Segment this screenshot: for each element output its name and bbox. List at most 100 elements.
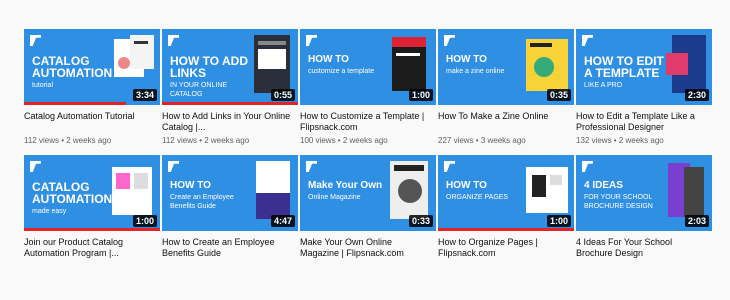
thumbnail-artwork (248, 33, 294, 95)
flipsnack-logo-icon (444, 161, 455, 172)
upload-age: 3 weeks ago (480, 136, 526, 145)
video-row: CATALOG AUTOMATION tutorial 3:34 Catalog… (24, 29, 712, 145)
watch-progress-bar (24, 228, 160, 231)
video-card[interactable]: HOW TO customize a template 1:00 How to … (300, 29, 436, 145)
video-thumbnail[interactable]: HOW TO EDIT A TEMPLATE LIKE A PRO 2:30 (576, 29, 712, 105)
video-card[interactable]: Make Your Own Online Magazine 0:33 Make … (300, 155, 436, 262)
duration-badge: 0:35 (546, 89, 571, 101)
flipsnack-logo-icon (168, 35, 179, 46)
thumbnail-artwork (386, 159, 432, 221)
video-title[interactable]: How to Add Links in Your Online Catalog … (162, 111, 298, 133)
video-card[interactable]: HOW TO EDIT A TEMPLATE LIKE A PRO 2:30 H… (576, 29, 712, 145)
duration-badge: 0:55 (270, 89, 295, 101)
upload-age: 2 weeks ago (66, 136, 112, 145)
video-thumbnail[interactable]: Make Your Own Online Magazine 0:33 (300, 155, 436, 231)
view-count: 112 views (162, 136, 197, 145)
video-thumbnail[interactable]: HOW TO make a zine online 0:35 (438, 29, 574, 105)
video-title[interactable]: How to Edit a Template Like a Profession… (576, 111, 712, 133)
video-thumbnail[interactable]: CATALOG AUTOMATION made easy 1:00 (24, 155, 160, 231)
video-stats: 132 views • 2 weeks ago (576, 136, 664, 145)
view-count: 100 views (300, 136, 336, 145)
video-title[interactable]: How to Customize a Template | Flipsnack.… (300, 111, 436, 133)
thumbnail-title: HOW TO customize a template (308, 54, 375, 76)
video-thumbnail[interactable]: 4 IDEAS FOR YOUR SCHOOL BROCHURE DESIGN … (576, 155, 712, 231)
thumbnail-artwork (662, 159, 708, 221)
thumbnail-title: Make Your Own Online Magazine (308, 180, 383, 202)
video-meta: How to Create an Employee Benefits Guide (162, 231, 298, 259)
thumbnail-artwork (386, 33, 432, 95)
duration-badge: 1:00 (546, 215, 571, 227)
video-title[interactable]: Make Your Own Online Magazine | Flipsnac… (300, 237, 436, 259)
video-meta: How to Organize Pages | Flipsnack.com (438, 231, 574, 259)
video-card[interactable]: HOW TO ORGANIZE PAGES 1:00 How to Organi… (438, 155, 574, 262)
view-count: 132 views (576, 136, 612, 145)
view-count: 112 views (24, 136, 59, 145)
thumbnail-artwork (110, 159, 156, 221)
duration-badge: 2:03 (684, 215, 709, 227)
video-title[interactable]: How to Create an Employee Benefits Guide (162, 237, 298, 259)
video-meta: How to Add Links in Your Online Catalog … (162, 105, 298, 145)
duration-badge: 4:47 (270, 215, 295, 227)
video-thumbnail[interactable]: CATALOG AUTOMATION tutorial 3:34 (24, 29, 160, 105)
flipsnack-logo-icon (30, 35, 41, 46)
video-card[interactable]: CATALOG AUTOMATION made easy 1:00 Join o… (24, 155, 160, 262)
flipsnack-logo-icon (306, 35, 317, 46)
thumbnail-title: CATALOG AUTOMATION made easy (32, 180, 113, 215)
video-row: CATALOG AUTOMATION made easy 1:00 Join o… (24, 155, 712, 262)
video-thumbnail[interactable]: HOW TO Create an Employee Benefits Guide… (162, 155, 298, 231)
flipsnack-logo-icon (582, 161, 593, 172)
thumbnail-title: HOW TO make a zine online (446, 54, 505, 76)
thumbnail-title: 4 IDEAS FOR YOUR SCHOOL BROCHURE DESIGN (584, 180, 653, 211)
video-grid: CATALOG AUTOMATION tutorial 3:34 Catalog… (24, 29, 712, 262)
watch-progress-bar (438, 228, 574, 231)
flipsnack-logo-icon (168, 161, 179, 172)
video-meta: How To Make a Zine Online 227 views • 3 … (438, 105, 574, 145)
video-thumbnail[interactable]: HOW TO ADD LINKS IN YOUR ONLINE CATALOG … (162, 29, 298, 105)
thumbnail-artwork (662, 33, 708, 95)
video-title[interactable]: How to Organize Pages | Flipsnack.com (438, 237, 574, 259)
flipsnack-logo-icon (444, 35, 455, 46)
thumbnail-artwork (248, 159, 294, 221)
thumbnail-artwork (524, 33, 570, 95)
view-count: 227 views (438, 136, 474, 145)
video-stats: 112 views • 2 weeks ago (24, 136, 112, 145)
thumbnail-title: HOW TO ORGANIZE PAGES (446, 180, 509, 202)
video-title[interactable]: 4 Ideas For Your School Brochure Design (576, 237, 712, 259)
video-title[interactable]: Join our Product Catalog Automation Prog… (24, 237, 160, 259)
video-thumbnail[interactable]: HOW TO ORGANIZE PAGES 1:00 (438, 155, 574, 231)
thumbnail-artwork (524, 159, 570, 221)
upload-age: 2 weeks ago (204, 136, 250, 145)
duration-badge: 1:00 (132, 215, 157, 227)
video-card[interactable]: CATALOG AUTOMATION tutorial 3:34 Catalog… (24, 29, 160, 145)
duration-badge: 2:30 (684, 89, 709, 101)
video-meta: How to Customize a Template | Flipsnack.… (300, 105, 436, 145)
video-stats: 112 views • 2 weeks ago (162, 136, 250, 145)
thumbnail-artwork (110, 33, 156, 95)
video-meta: How to Edit a Template Like a Profession… (576, 105, 712, 145)
thumbnail-title: HOW TO ADD LINKS IN YOUR ONLINE CATALOG (170, 54, 248, 98)
video-card[interactable]: HOW TO make a zine online 0:35 How To Ma… (438, 29, 574, 145)
video-card[interactable]: 4 IDEAS FOR YOUR SCHOOL BROCHURE DESIGN … (576, 155, 712, 262)
video-card[interactable]: HOW TO ADD LINKS IN YOUR ONLINE CATALOG … (162, 29, 298, 145)
video-title[interactable]: How To Make a Zine Online (438, 111, 574, 133)
thumbnail-title: HOW TO EDIT A TEMPLATE LIKE A PRO (584, 54, 664, 89)
video-meta: Make Your Own Online Magazine | Flipsnac… (300, 231, 436, 259)
duration-badge: 0:33 (408, 215, 433, 227)
video-title[interactable]: Catalog Automation Tutorial (24, 111, 160, 133)
video-card[interactable]: HOW TO Create an Employee Benefits Guide… (162, 155, 298, 262)
video-stats: 227 views • 3 weeks ago (438, 136, 526, 145)
upload-age: 2 weeks ago (618, 136, 664, 145)
duration-badge: 1:00 (408, 89, 433, 101)
flipsnack-logo-icon (306, 161, 317, 172)
duration-badge: 3:34 (132, 89, 157, 101)
watch-progress-bar (24, 102, 126, 105)
upload-age: 2 weeks ago (342, 136, 388, 145)
video-stats: 100 views • 2 weeks ago (300, 136, 388, 145)
thumbnail-title: CATALOG AUTOMATION tutorial (32, 54, 113, 89)
watch-progress-bar (162, 102, 298, 105)
flipsnack-logo-icon (30, 161, 41, 172)
video-thumbnail[interactable]: HOW TO customize a template 1:00 (300, 29, 436, 105)
thumbnail-title: HOW TO Create an Employee Benefits Guide (170, 180, 234, 211)
flipsnack-logo-icon (582, 35, 593, 46)
video-meta: 4 Ideas For Your School Brochure Design (576, 231, 712, 259)
